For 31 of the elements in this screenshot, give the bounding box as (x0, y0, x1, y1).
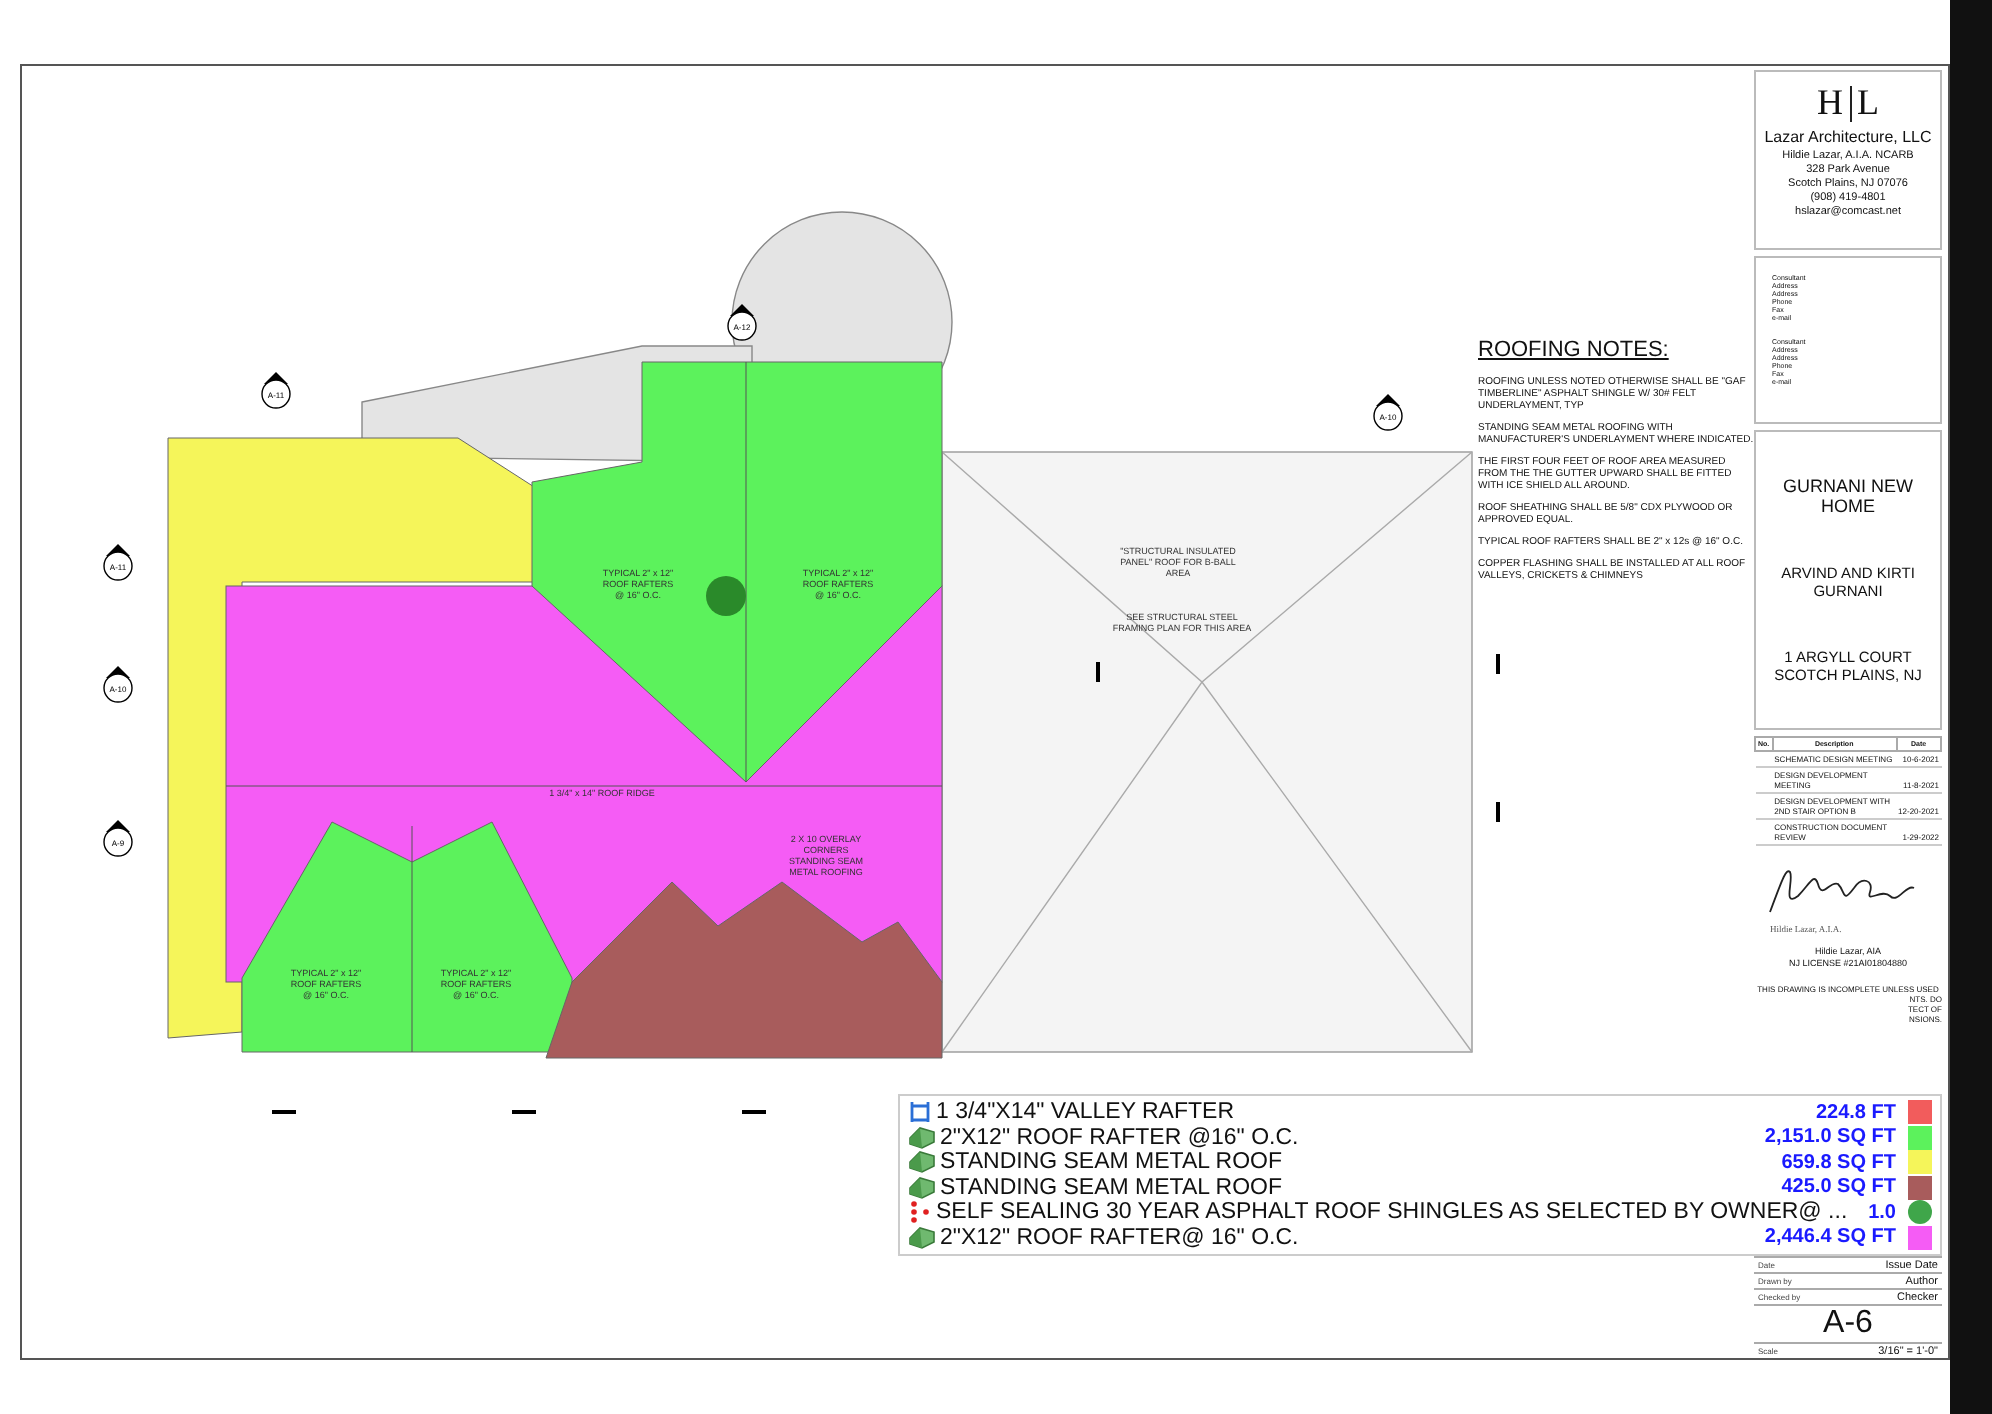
roof-icon (908, 1125, 936, 1150)
firm-name: Lazar Architecture, LLC (1764, 128, 1932, 146)
section-marker-icon (261, 372, 291, 409)
legend-quantity: 1.0 (1868, 1201, 1898, 1224)
roof-icon (908, 1225, 936, 1250)
section-marker-icon (103, 666, 133, 703)
logo-divider-icon (1849, 85, 1851, 121)
legend-label: 2"X12" ROOF RAFTER @16" O.C. (940, 1125, 1299, 1150)
legend-label: SELF SEALING 30 YEAR ASPHALT ROOF SHINGLES AS SELECTED BY OWNER@ ... (936, 1200, 1848, 1225)
logo-letter: H (1817, 82, 1843, 124)
project-title: GURNANI NEW HOME (1781, 476, 1915, 516)
section-marker-icon (1373, 394, 1403, 431)
legend-quantity: 2,151.0 SQ FT (1764, 1126, 1898, 1149)
legend-label: 2"X12" ROOF RAFTER@ 16" O.C. (940, 1225, 1299, 1250)
legend-label: 1 3/4"X14" VALLEY RAFTER (936, 1100, 1235, 1125)
section-marker-icon (103, 820, 133, 857)
section-marker-icon (727, 304, 757, 341)
legend-quantity: 2,446.4 SQ FT (1764, 1226, 1898, 1249)
legend-label: STANDING SEAM METAL ROOF (940, 1150, 1283, 1175)
legend-quantity: 425.0 SQ FT (1781, 1176, 1898, 1199)
sheet-number: A-6 (1754, 1304, 1942, 1342)
logo-letter: L (1857, 82, 1879, 124)
section-marker-icon (103, 544, 133, 581)
legend-quantity: 224.8 FT (1815, 1101, 1898, 1124)
legend-quantity: 659.8 SQ FT (1781, 1151, 1898, 1174)
dots-icon (908, 1200, 932, 1225)
roof-icon (908, 1150, 936, 1175)
legend-label: STANDING SEAM METAL ROOF (940, 1175, 1283, 1200)
valley-line-icon (908, 1100, 932, 1125)
roof-icon (908, 1175, 936, 1200)
roofing-notes-title: ROOFING NOTES: (1478, 338, 1671, 362)
